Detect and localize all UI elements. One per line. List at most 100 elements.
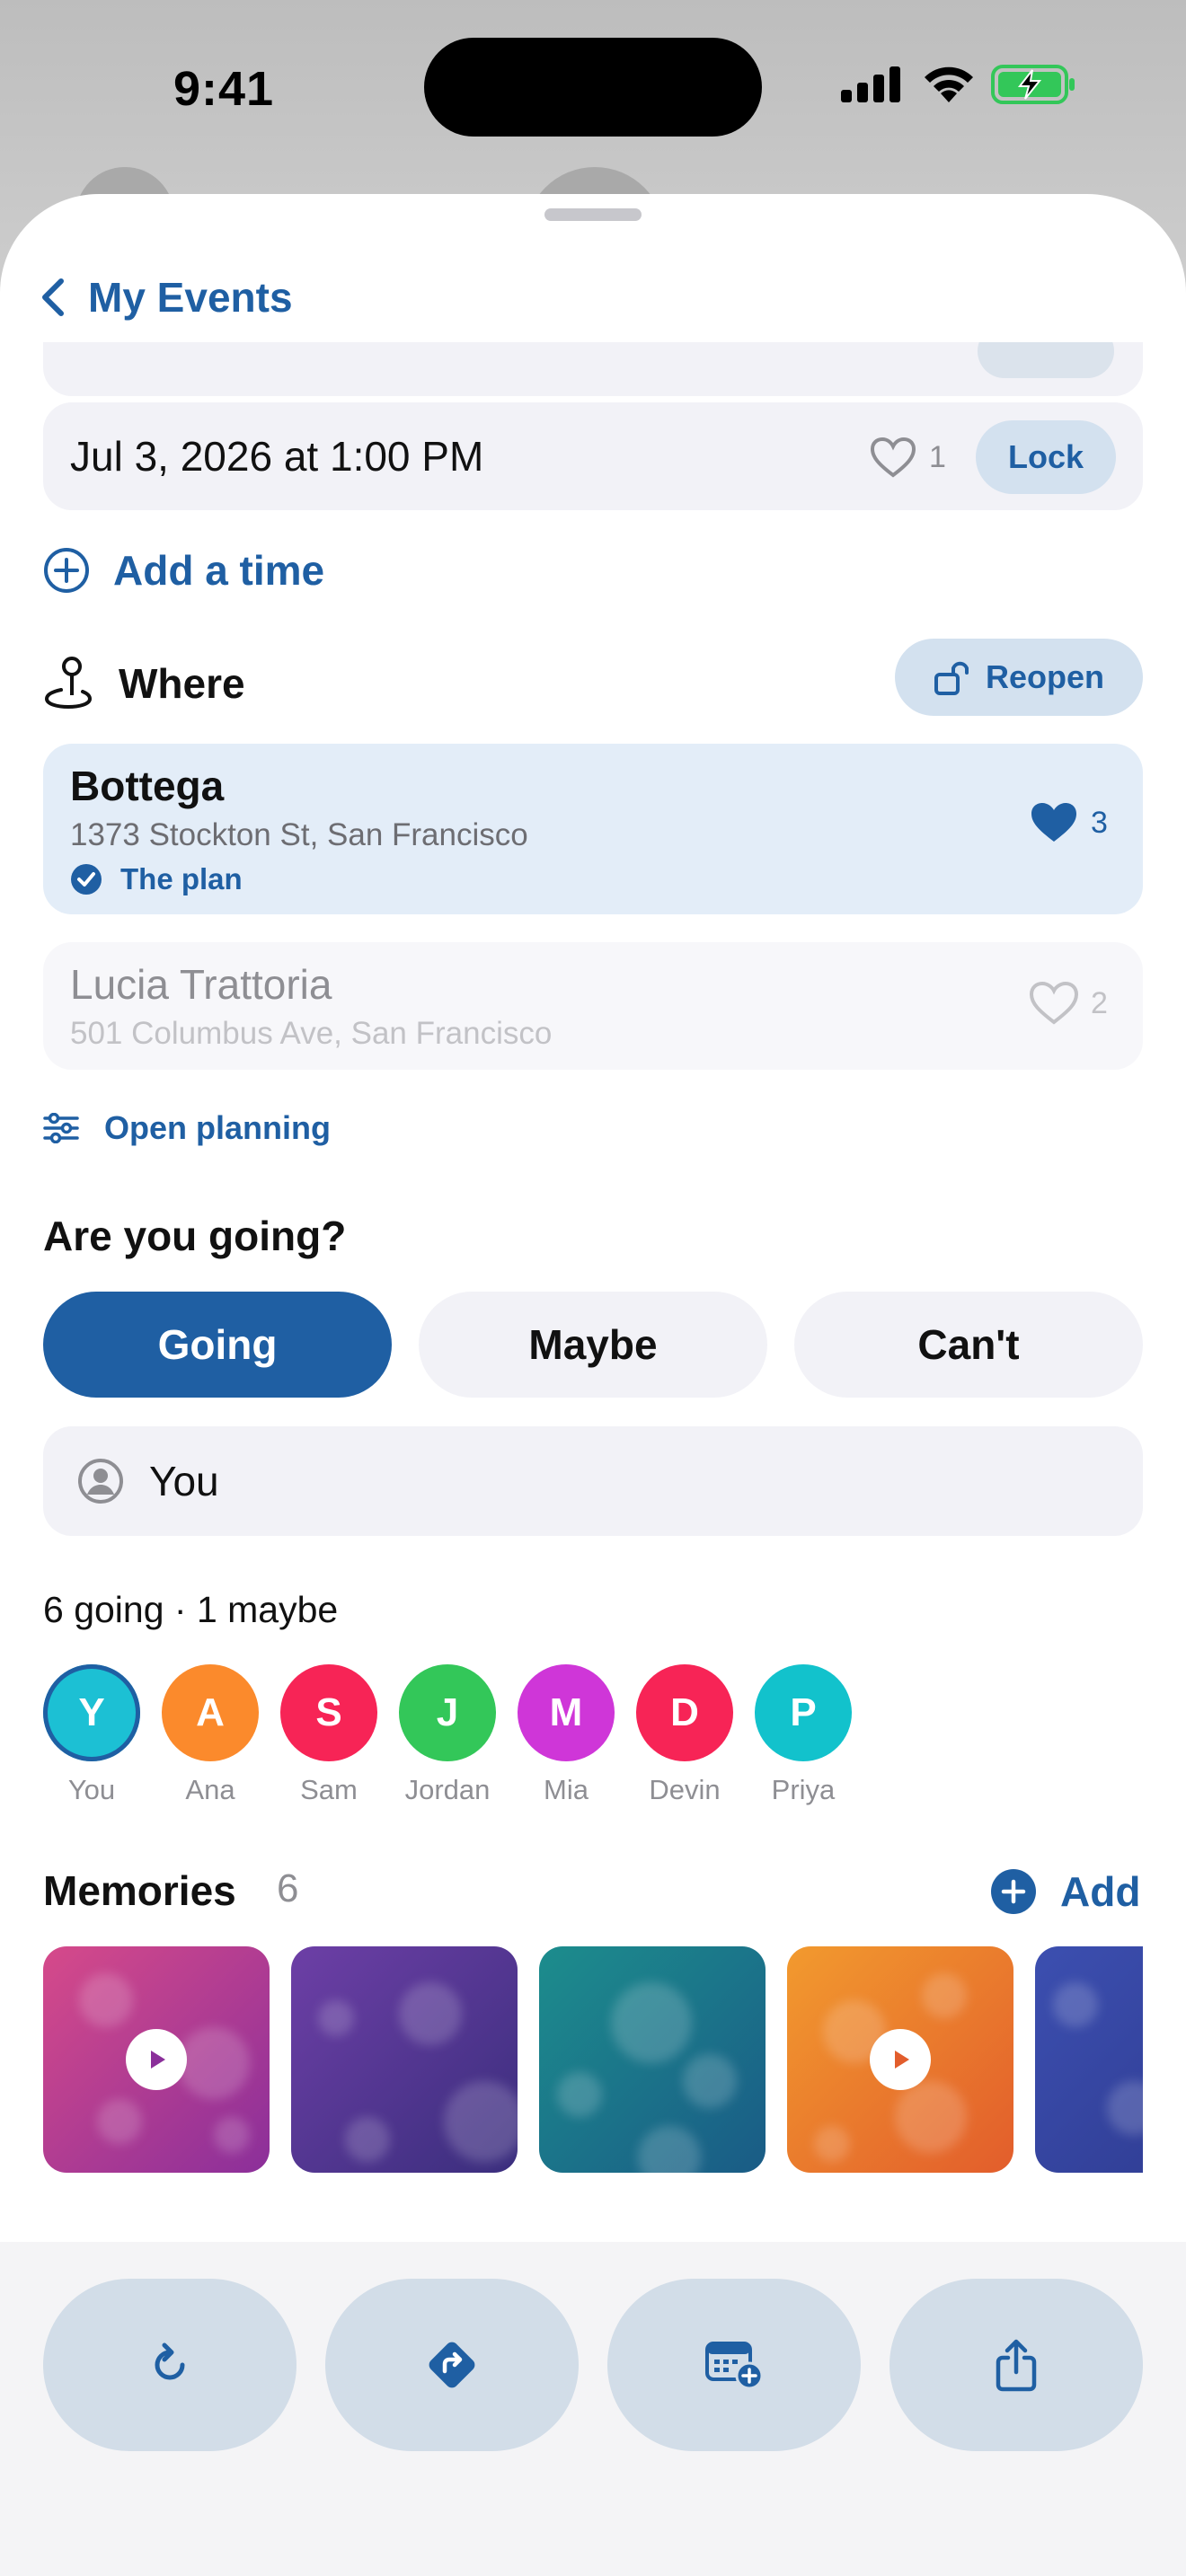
attendee-item[interactable]: Y You — [42, 1664, 141, 1806]
share-icon — [996, 2339, 1037, 2392]
plan-badge: The plan — [70, 862, 243, 896]
time-like-count: 1 — [929, 439, 946, 474]
memories-title: Memories — [43, 1867, 236, 1914]
directions-icon — [429, 2342, 475, 2388]
memory-thumbnail[interactable] — [539, 1946, 766, 2173]
avatar: S — [280, 1664, 377, 1761]
reopen-label: Reopen — [985, 658, 1104, 695]
play-icon — [126, 2029, 187, 2090]
action-toolbar — [0, 2242, 1186, 2576]
heart-outline-icon — [870, 437, 916, 478]
status-time: 9:41 — [173, 62, 275, 116]
place-option-card[interactable]: Lucia Trattoria 501 Columbus Ave, San Fr… — [43, 942, 1143, 1070]
attendee-name: Ana — [185, 1774, 235, 1805]
open-planning-label: Open planning — [104, 1109, 331, 1146]
avatar: Y — [43, 1664, 140, 1761]
event-content[interactable]: Jul 3, 2026 at 1:00 PM 1 Lock Add a time — [0, 342, 1186, 2435]
rsvp-cant-button[interactable]: Can't — [794, 1292, 1143, 1398]
memory-thumbnail[interactable] — [1035, 1946, 1143, 2173]
attendee-item[interactable]: A Ana — [161, 1664, 260, 1806]
attendee-item[interactable]: J Jordan — [398, 1664, 497, 1806]
bokeh-decoration — [895, 2081, 967, 2153]
place-address: 1373 Stockton St, San Francisco — [70, 817, 528, 852]
add-to-calendar-button[interactable] — [607, 2279, 861, 2451]
time-option-card — [43, 342, 1143, 396]
respondent-field[interactable]: You — [43, 1426, 1143, 1536]
add-to-calendar-icon — [705, 2342, 764, 2390]
lock-button[interactable] — [978, 342, 1114, 378]
where-title: Where — [119, 660, 245, 707]
bokeh-decoration — [399, 1982, 462, 2045]
plus-circle-filled-icon — [991, 1869, 1036, 1914]
memories-carousel[interactable] — [43, 1946, 1143, 2175]
dynamic-island — [424, 38, 762, 137]
time-option-card[interactable]: Jul 3, 2026 at 1:00 PM 1 Lock — [43, 402, 1143, 510]
add-time-button[interactable]: Add a time — [43, 539, 324, 602]
place-name: Bottega — [70, 763, 225, 809]
lock-button[interactable]: Lock — [976, 420, 1116, 494]
event-detail-sheet: My Events Jul 3, 2026 at 1:00 PM 1 Lock … — [0, 194, 1186, 2576]
cellular-signal-icon — [841, 66, 900, 102]
sheet-grabber[interactable] — [544, 208, 642, 221]
bokeh-decoration — [922, 1973, 967, 2018]
memory-thumbnail[interactable] — [291, 1946, 518, 2173]
attendee-name: Mia — [544, 1774, 589, 1805]
time-option-label: Jul 3, 2026 at 1:00 PM — [70, 433, 484, 480]
avatar: P — [755, 1664, 852, 1761]
attendee-name: Priya — [771, 1774, 836, 1805]
avatar: M — [518, 1664, 615, 1761]
status-bar: 9:41 — [0, 0, 1186, 171]
rsvp-going-button[interactable]: Going — [43, 1292, 392, 1398]
attendee-name: You — [67, 1774, 116, 1805]
heart-filled-icon — [1031, 803, 1076, 842]
place-like-count: 3 — [1091, 805, 1108, 840]
back-button[interactable]: My Events — [41, 266, 293, 329]
person-circle-icon — [78, 1459, 123, 1504]
time-like-button[interactable]: 1 — [870, 437, 946, 478]
where-header: Where — [43, 648, 245, 719]
wifi-icon — [925, 66, 973, 102]
share-button[interactable] — [890, 2279, 1143, 2451]
bokeh-decoration — [178, 2027, 250, 2099]
bokeh-decoration — [683, 2054, 737, 2108]
add-memory-label: Add — [1060, 1868, 1141, 1915]
rsvp-maybe-button[interactable]: Maybe — [419, 1292, 767, 1398]
attendee-item[interactable]: D Devin — [635, 1664, 734, 1806]
directions-button[interactable] — [325, 2279, 579, 2451]
place-address: 501 Columbus Ave, San Francisco — [70, 1016, 553, 1051]
back-label: My Events — [88, 274, 293, 321]
plan-badge-label: The plan — [120, 862, 243, 895]
attendance-summary: 6 going · 1 maybe — [43, 1589, 339, 1630]
avatar: A — [162, 1664, 259, 1761]
bokeh-decoration — [557, 2072, 602, 2117]
avatar: D — [636, 1664, 733, 1761]
unlock-icon — [934, 661, 969, 695]
memory-thumbnail[interactable] — [787, 1946, 1013, 2173]
attendee-item[interactable]: S Sam — [279, 1664, 378, 1806]
rsvp-title: Are you going? — [43, 1213, 347, 1259]
reopen-button[interactable]: Reopen — [895, 639, 1143, 716]
place-like-button[interactable]: 3 — [1030, 801, 1108, 844]
add-time-label: Add a time — [113, 547, 325, 594]
bokeh-decoration — [318, 2000, 354, 2036]
bokeh-decoration — [79, 1973, 133, 2027]
refresh-button[interactable] — [43, 2279, 296, 2451]
bokeh-decoration — [1053, 1982, 1098, 2027]
memories-count: 6 — [277, 1866, 299, 1910]
attendee-item[interactable]: M Mia — [517, 1664, 615, 1806]
attendee-name: Jordan — [404, 1774, 491, 1805]
memory-thumbnail[interactable] — [43, 1946, 270, 2173]
place-option-card[interactable]: Bottega 1373 Stockton St, San Francisco … — [43, 744, 1143, 914]
attendee-item[interactable]: P Priya — [754, 1664, 853, 1806]
respondent-name: You — [149, 1458, 219, 1504]
place-name: Lucia Trattoria — [70, 961, 332, 1008]
bokeh-decoration — [214, 2117, 250, 2153]
plus-circle-icon — [44, 548, 89, 593]
place-like-button[interactable]: 2 — [1030, 982, 1108, 1025]
attendee-name: Sam — [300, 1774, 358, 1805]
add-memory-button[interactable]: Add — [990, 1860, 1140, 1923]
bokeh-decoration — [638, 2126, 701, 2173]
bokeh-decoration — [444, 2081, 518, 2162]
open-planning-button[interactable]: Open planning — [43, 1101, 331, 1155]
battery-charging-icon — [991, 65, 1075, 104]
